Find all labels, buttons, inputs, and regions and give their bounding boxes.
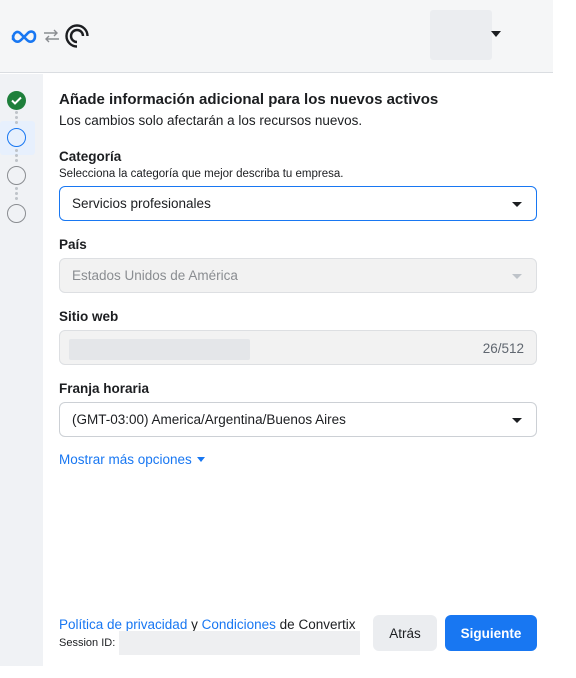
page-subtitle: Los cambios solo afectarán a los recurso… [59,113,363,128]
timezone-value: (GMT-03:00) America/Argentina/Buenos Air… [72,412,346,427]
back-button[interactable]: Atrás [373,615,437,651]
website-input: 26/512 [59,330,537,365]
chevron-down-icon [512,274,522,279]
more-options-label: Mostrar más opciones [59,452,192,467]
category-select[interactable]: Servicios profesionales [59,186,537,221]
website-label: Sitio web [59,309,119,324]
company-text: de Convertix [279,617,356,632]
privacy-policy-link[interactable]: Política de privacidad [59,617,187,632]
step-connector [15,111,18,126]
step-connector [15,187,18,202]
and-text: y [191,617,198,632]
chevron-down-icon [512,418,522,423]
terms-link[interactable]: Condiciones [202,617,276,632]
legal-links: Política de privacidad y Condiciones de … [59,617,355,632]
step-2-current [7,128,26,147]
session-id-label: Session ID: [59,637,116,649]
redacted-website-value [69,339,250,360]
step-connector [15,149,18,164]
country-value: Estados Unidos de América [72,268,238,283]
timezone-label: Franja horaria [59,381,150,396]
top-bar [0,0,553,73]
stepper-sidebar [0,74,43,666]
chevron-down-icon [196,457,205,462]
redacted-session-id [119,631,360,655]
brand-logo-icon [64,23,90,49]
timezone-select[interactable]: (GMT-03:00) America/Argentina/Buenos Air… [59,402,537,437]
character-counter: 26/512 [482,341,524,356]
step-4-pending [7,204,26,223]
step-1-complete [7,91,26,110]
header-logos [10,22,90,50]
category-value: Servicios profesionales [72,196,211,211]
category-label: Categoría [59,149,122,164]
country-label: País [59,237,87,252]
more-options-link[interactable]: Mostrar más opciones [59,452,205,467]
account-selector[interactable] [430,10,492,60]
country-select: Estados Unidos de América [59,258,537,293]
step-3-pending [7,166,26,185]
chevron-down-icon[interactable] [491,31,501,37]
check-icon [11,92,22,110]
next-button[interactable]: Siguiente [445,615,537,651]
meta-logo-icon [10,28,38,44]
page-title: Añade información adicional para los nue… [59,91,439,108]
category-help: Selecciona la categoría que mejor descri… [59,168,344,180]
swap-arrows-icon [43,29,60,43]
chevron-down-icon [512,202,522,207]
